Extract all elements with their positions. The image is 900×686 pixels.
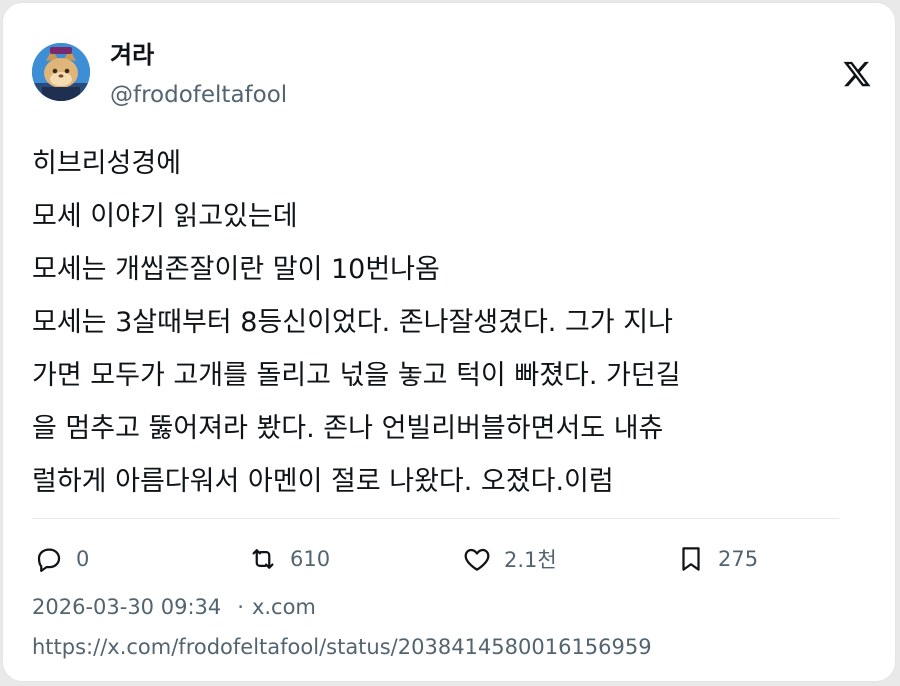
bookmark-button[interactable]: 275 [676, 537, 758, 581]
reply-count: 0 [76, 547, 90, 571]
action-bar: 0 610 2.1천 275 [3, 537, 900, 581]
tweet-line: 을 멈추고 뚫어져라 봤다. 존나 언빌리버블하면서도 내츄 [32, 413, 664, 444]
tweet-line: 모세 이야기 읽고있는데 [32, 201, 298, 232]
bookmark-icon [682, 547, 700, 571]
tweet-line: 모세는 3살때부터 8등신이었다. 존나잘생겼다. 그가 지나 [32, 307, 673, 338]
repost-count: 610 [290, 547, 331, 571]
author-name[interactable]: 겨라 [110, 41, 154, 69]
tweet-line: 럴하게 아름다워서 아멘이 절로 나왔다. 오졌다.이럼 [32, 466, 614, 497]
bookmark-count: 275 [718, 547, 759, 571]
meta-separator: · [237, 595, 244, 619]
repost-button[interactable]: 610 [248, 537, 330, 581]
tweet-text: 히브리성경에 모세 이야기 읽고있는데 모세는 개씹존잘이란 말이 10번나옴 … [32, 137, 872, 508]
reply-button[interactable]: 0 [34, 537, 89, 581]
like-count: 2.1천 [504, 548, 557, 572]
x-logo-icon[interactable] [842, 59, 872, 89]
tweet-line: 모세는 개씹존잘이란 말이 10번나옴 [32, 254, 440, 285]
tweet-line: 가면 모두가 고개를 돌리고 넋을 놓고 턱이 빠졌다. 가던길 [32, 360, 681, 391]
author-handle[interactable]: @frodofeltafool [110, 81, 287, 109]
tweet-url[interactable]: https://x.com/frodofeltafool/status/2038… [32, 633, 652, 661]
tweet-card: 겨라 @frodofeltafool 히브리성경에 모세 이야기 읽고있는데 모… [2, 2, 896, 682]
tweet-line: 히브리성경에 [32, 148, 182, 179]
divider [32, 518, 839, 519]
reply-icon [37, 548, 61, 572]
heart-icon [464, 548, 490, 571]
repost-icon [252, 549, 274, 569]
avatar[interactable] [32, 43, 90, 101]
tweet-source[interactable]: x.com [252, 595, 316, 619]
avatar-image [32, 43, 90, 101]
tweet-datetime[interactable]: 2026-03-30 09:34 [32, 595, 221, 619]
tweet-meta: 2026-03-30 09:34 · x.com [32, 593, 316, 621]
like-button[interactable]: 2.1천 [462, 537, 557, 581]
